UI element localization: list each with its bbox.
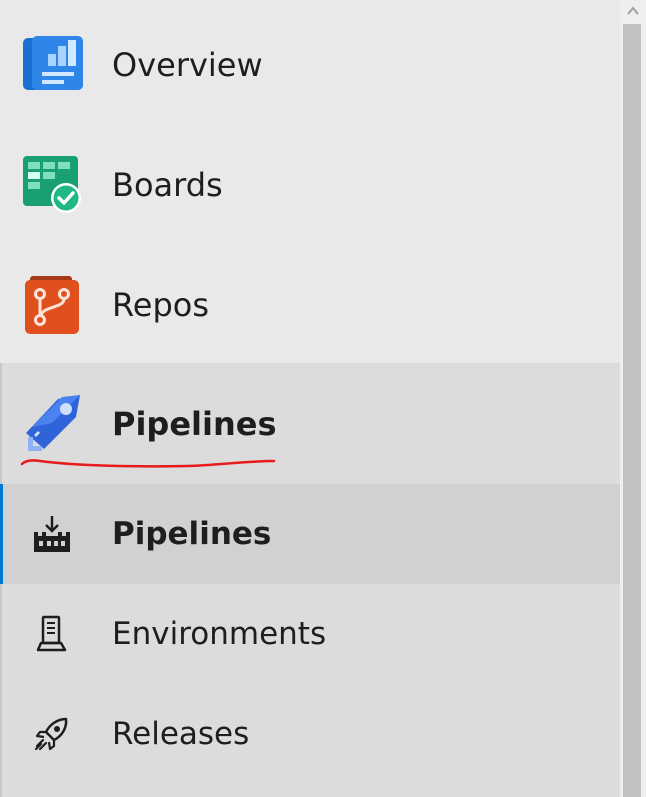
sidebar-item-repos[interactable]: Repos [0,245,620,365]
sidebar-item-boards[interactable]: Boards [0,125,620,245]
scrollbar-thumb[interactable] [623,24,641,797]
scroll-up-arrow-icon[interactable] [626,4,640,18]
sidebar-subitem-label: Environments [112,616,327,652]
annotation-underline [20,459,276,468]
overview-icon [23,36,83,90]
scrollbar[interactable] [620,0,646,797]
sidebar-item-label: Pipelines [112,405,277,443]
releases-icon [34,717,68,751]
sidebar-nav: Overview Boards Repos Pipelines Pipeline… [0,0,620,797]
environments-icon [36,615,67,652]
sidebar-subitem-releases[interactable]: Releases [0,684,620,784]
pipelines-icon [26,395,80,451]
sidebar-subitem-label: Releases [112,716,250,752]
sidebar-item-label: Boards [112,166,223,204]
pipelines-sub-icon [34,516,70,552]
sidebar-item-label: Repos [112,286,210,324]
sidebar-item-label: Overview [112,46,263,84]
repos-icon [25,276,79,334]
boards-icon [23,156,81,213]
sidebar-subitem-pipelines[interactable]: Pipelines [0,484,620,584]
sidebar-item-overview[interactable]: Overview [0,5,620,125]
sidebar-subitem-environments[interactable]: Environments [0,584,620,684]
sidebar-subitem-label: Pipelines [112,516,272,552]
